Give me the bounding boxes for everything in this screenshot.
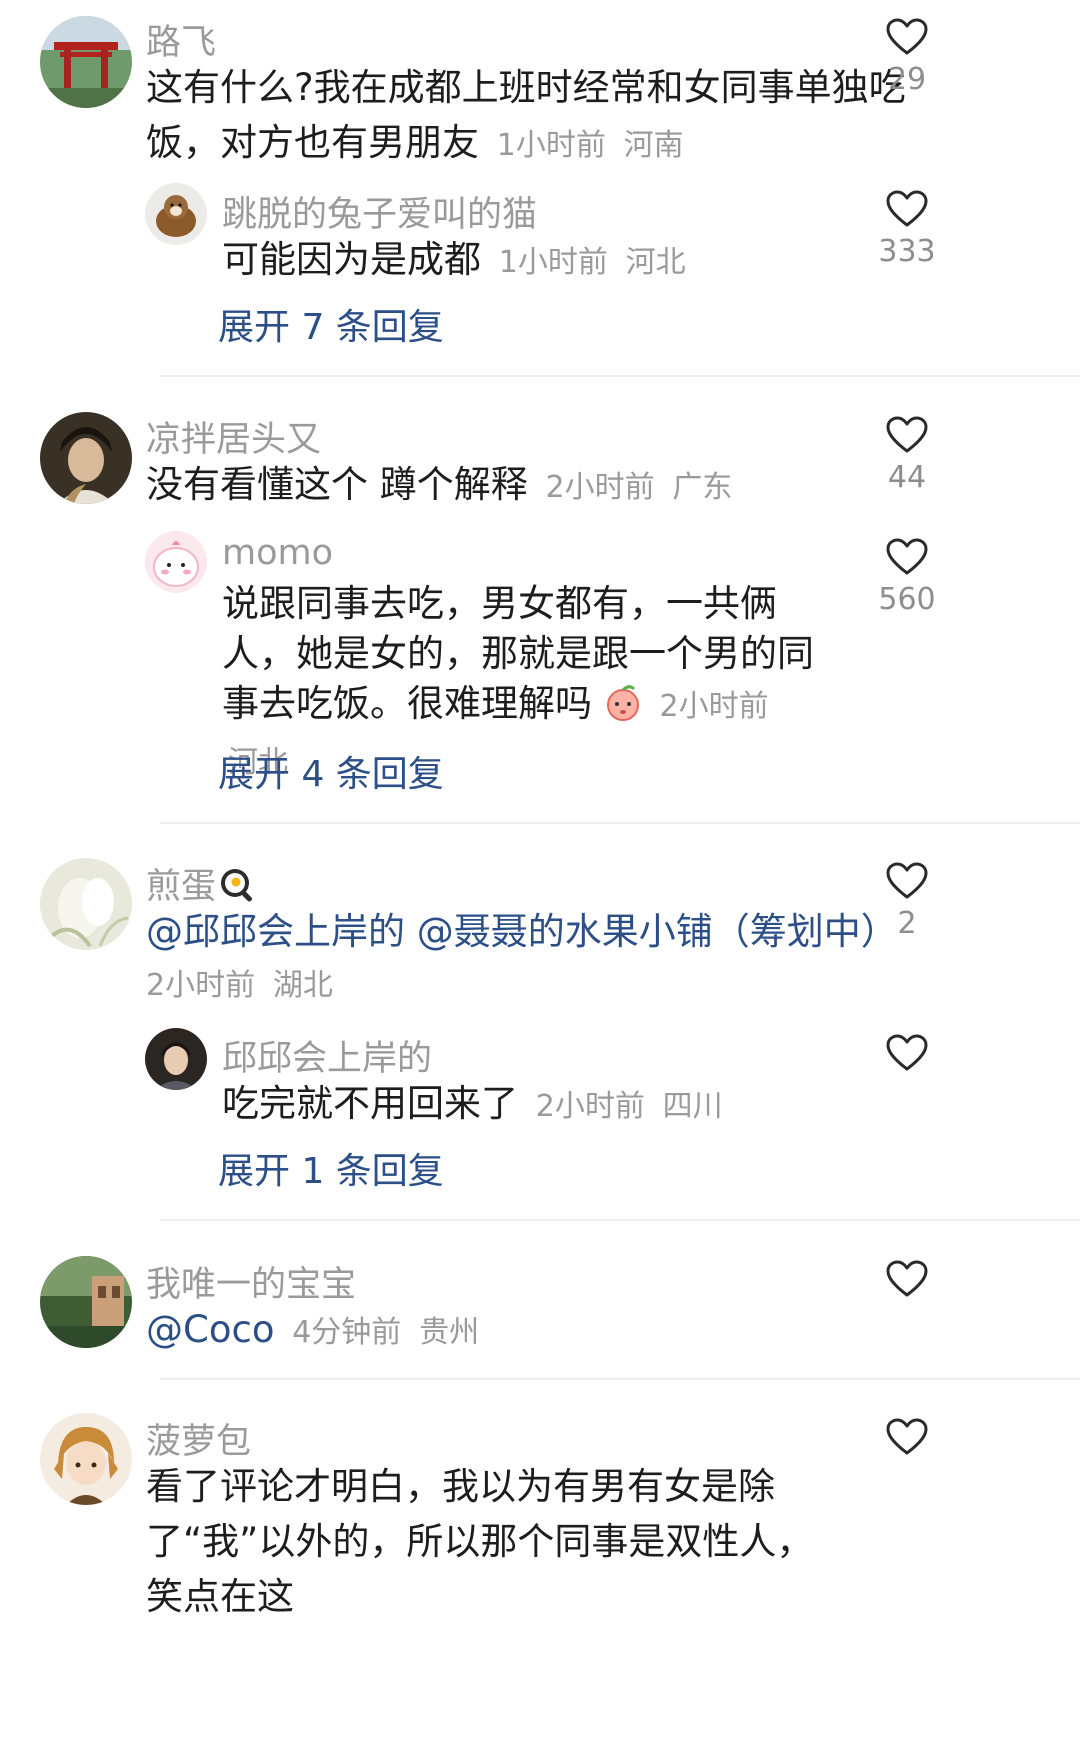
comment-location: 贵州: [419, 1315, 480, 1350]
avatar[interactable]: [40, 1256, 132, 1348]
expand-replies-button[interactable]: 展开 4 条回复: [218, 745, 444, 797]
comment-time: 2小时前: [545, 470, 655, 505]
comment-location: 河南: [623, 128, 684, 163]
mention-link[interactable]: @聂聂的水果小铺（筹划中）: [417, 910, 898, 953]
comment-username[interactable]: 凉拌居头又: [146, 411, 321, 462]
like-count: 333: [878, 234, 936, 269]
like-count: 44: [887, 460, 927, 495]
comment-text: 看了评论才明白，我以为有男有女是除了“我”以外的，所以那个同事是双性人，笑点在这: [146, 1465, 814, 1618]
heart-outline-icon: [886, 538, 928, 575]
reply-location: 河北: [625, 245, 686, 280]
comment-location: 广东: [672, 470, 733, 505]
heart-outline-icon: [886, 416, 928, 453]
reply-location: 四川: [662, 1089, 723, 1124]
like-button[interactable]: 2: [857, 862, 957, 941]
reply-time: 1小时前: [498, 245, 608, 280]
reply-time: 2小时前: [659, 689, 769, 724]
expand-replies-button[interactable]: 展开 1 条回复: [218, 1142, 444, 1194]
heart-outline-icon: [886, 862, 928, 899]
like-button[interactable]: [857, 1034, 957, 1072]
avatar[interactable]: [145, 531, 207, 593]
like-button[interactable]: [857, 1418, 957, 1456]
avatar[interactable]: [40, 16, 132, 108]
mention-link[interactable]: @邱邱会上岸的: [146, 910, 405, 953]
like-button[interactable]: [857, 1260, 957, 1298]
heart-outline-icon: [886, 190, 928, 227]
like-button[interactable]: 44: [857, 416, 957, 495]
avatar[interactable]: [40, 858, 132, 950]
comment-meta: 2小时前 湖北: [140, 955, 900, 1013]
avatar[interactable]: [145, 1028, 207, 1090]
comment-text: @邱邱会上岸的 @聂聂的水果小铺（筹划中）: [146, 904, 906, 959]
comment-text: @Coco 4分钟前 贵州: [146, 1302, 906, 1360]
heart-outline-icon: [886, 1418, 928, 1455]
reply-username[interactable]: momo: [222, 533, 333, 573]
comment-username[interactable]: 菠萝包: [146, 1413, 251, 1464]
avatar[interactable]: [40, 1413, 132, 1505]
like-button[interactable]: 29: [857, 18, 957, 97]
peach-face-emoji: [604, 684, 642, 735]
comment-time: 4分钟前: [292, 1315, 402, 1350]
reply-text: 可能因为是成都 1小时前 河北: [222, 238, 686, 281]
like-count: 560: [878, 582, 936, 617]
like-count: 29: [887, 62, 927, 97]
comment-username[interactable]: 路飞: [146, 14, 216, 65]
comment-username[interactable]: 我唯一的宝宝: [146, 1256, 356, 1307]
like-count: 2: [897, 906, 917, 941]
reply-username[interactable]: 跳脱的兔子爱叫的猫: [222, 186, 537, 237]
like-button[interactable]: 560: [857, 538, 957, 617]
heart-outline-icon: [886, 18, 928, 55]
reply-username[interactable]: 邱邱会上岸的: [222, 1030, 432, 1081]
comment-text: 这有什么?我在成都上班时经常和女同事单独吃饭，对方也有男朋友 1小时前 河南: [146, 66, 906, 164]
reply-text: 吃完就不用回来了 2小时前 四川: [222, 1082, 723, 1125]
divider: [160, 1219, 1080, 1221]
divider: [160, 822, 1080, 824]
comment-location: 湖北: [272, 968, 333, 1003]
expand-replies-button[interactable]: 展开 7 条回复: [218, 298, 444, 350]
reply-time: 2小时前: [535, 1089, 645, 1124]
divider: [160, 375, 1080, 377]
heart-outline-icon: [886, 1034, 928, 1071]
divider: [160, 1378, 1080, 1380]
avatar[interactable]: [145, 183, 207, 245]
comment-time: 2小时前: [146, 968, 256, 1003]
comment-text: 没有看懂这个 蹲个解释 2小时前 广东: [146, 463, 733, 506]
comment-time: 1小时前: [496, 128, 606, 163]
like-button[interactable]: 333: [857, 190, 957, 269]
avatar[interactable]: [40, 412, 132, 504]
heart-outline-icon: [886, 1260, 928, 1297]
mention-link[interactable]: @Coco: [146, 1308, 274, 1351]
